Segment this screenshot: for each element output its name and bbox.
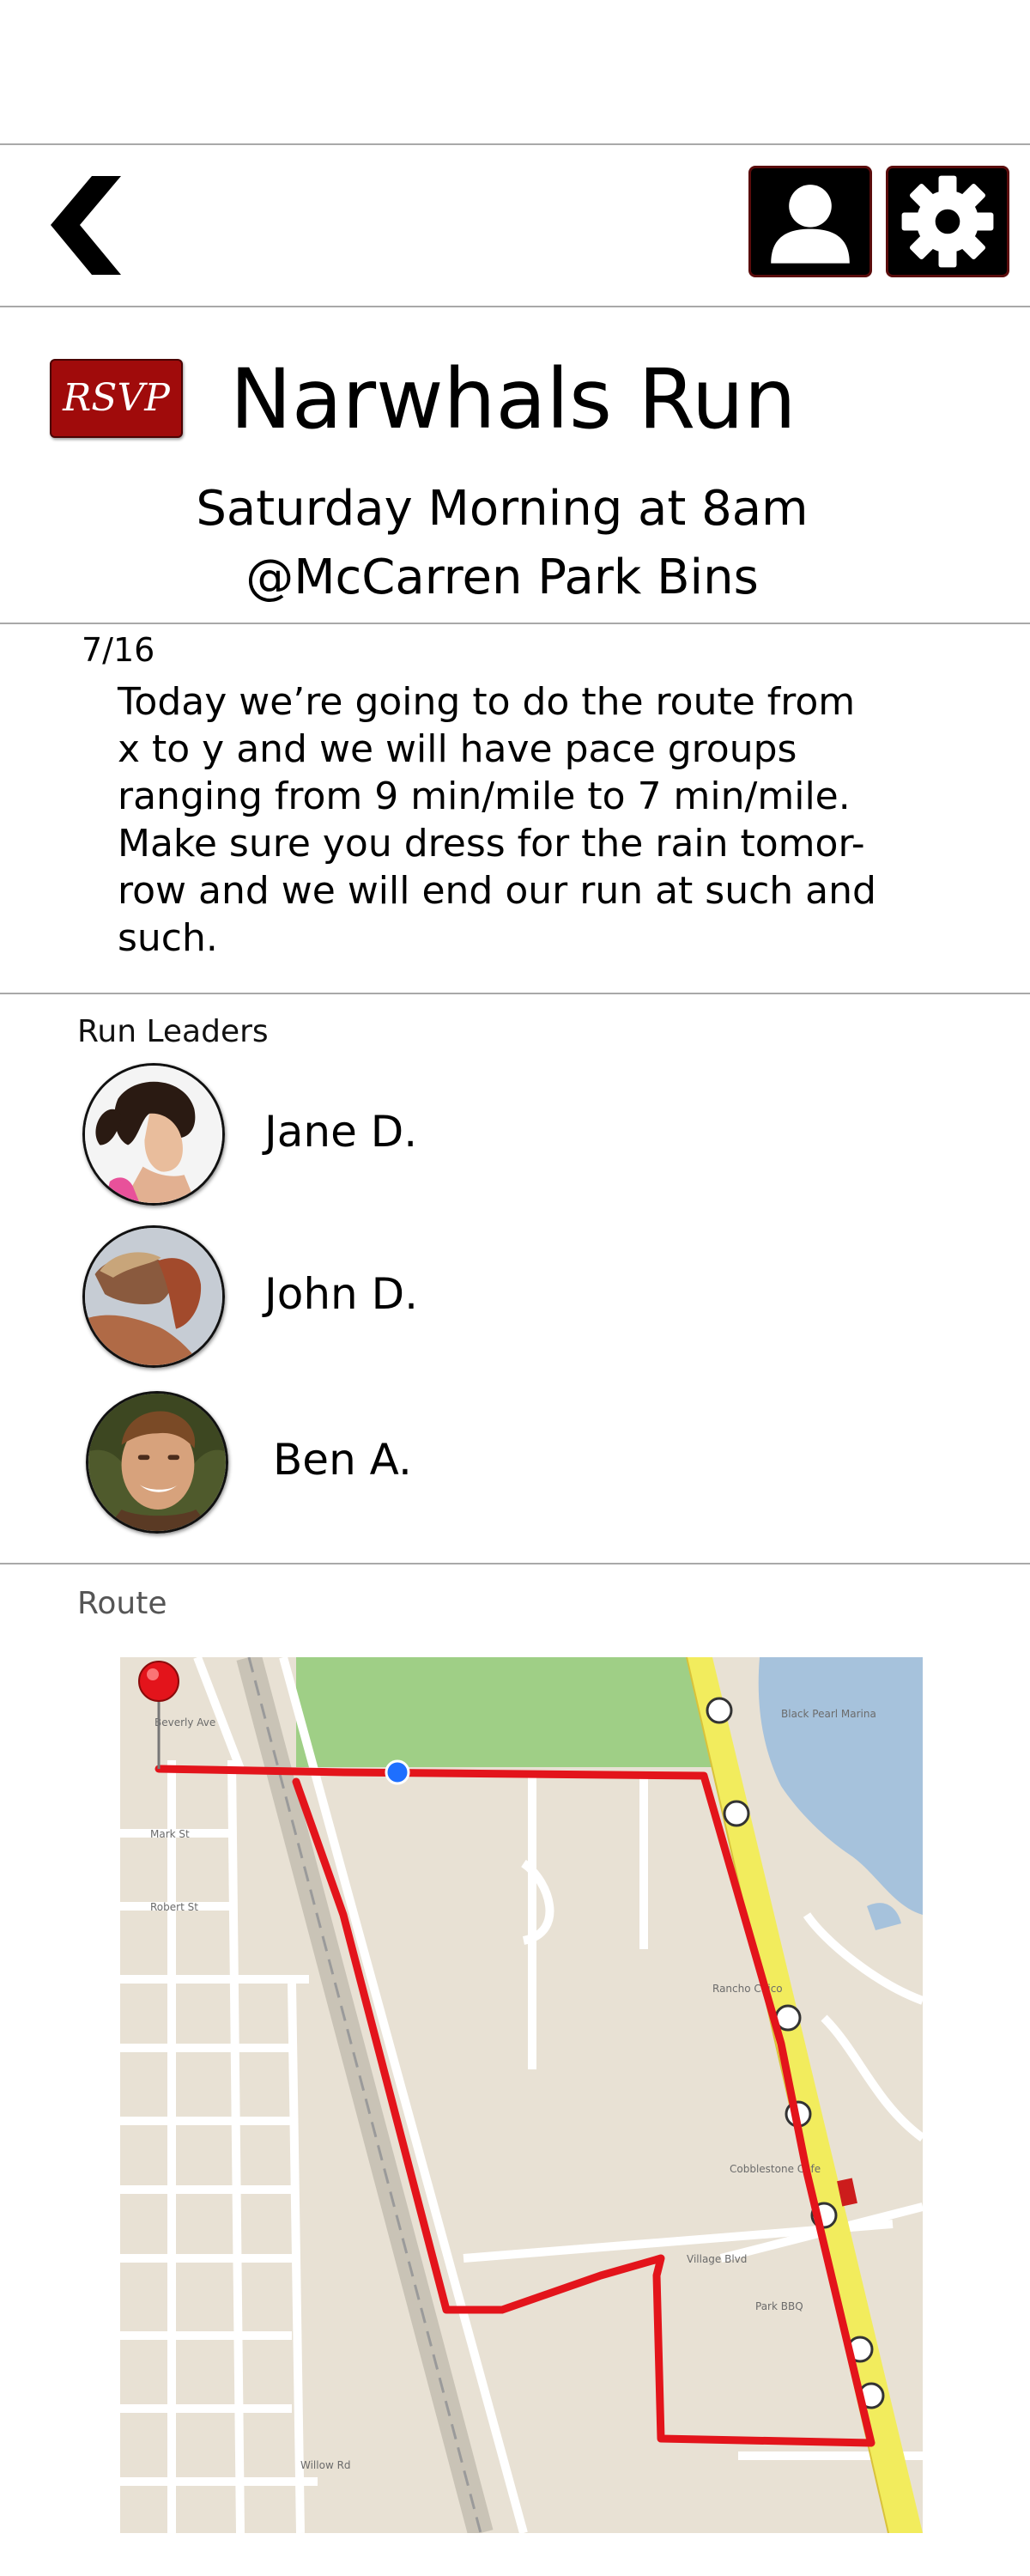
route-heading: Route	[77, 1586, 167, 1621]
header-divider	[0, 306, 1030, 307]
avatar	[82, 1225, 225, 1368]
leader-item-ben[interactable]: Ben A.	[82, 1391, 683, 1537]
post-date: 7/16	[82, 631, 155, 669]
map-street-label: Beverly Ave	[154, 1716, 215, 1728]
map-street-label: Black Pearl Marina	[781, 1708, 876, 1720]
avatar	[86, 1391, 228, 1534]
post-divider	[0, 993, 1030, 994]
map-street-label: Village Blvd	[687, 2253, 747, 2265]
post-line: Today we’re going to do the route from	[118, 680, 856, 724]
settings-button[interactable]	[886, 166, 1009, 277]
rsvp-button[interactable]: RSVP	[50, 359, 183, 438]
map-street-label: Willow Rd	[300, 2459, 351, 2471]
post-line: ranging from 9 min/mile to 7 min/mile.	[118, 775, 851, 818]
leader-item-john[interactable]: John D.	[82, 1225, 683, 1371]
post-line: x to y and we will have pace groups	[118, 727, 797, 771]
leader-name: John D.	[264, 1269, 419, 1319]
post-line: row and we will end our run at such and	[118, 869, 876, 913]
event-schedule: Saturday Morning at 8am	[196, 481, 809, 537]
profile-button[interactable]	[748, 166, 872, 277]
map-street-label: Rancho Chico	[712, 1983, 783, 1995]
leader-name: Ben A.	[273, 1435, 412, 1485]
leader-item-jane[interactable]: Jane D.	[82, 1063, 683, 1209]
post-body: Today we’re going to do the route from x…	[118, 678, 916, 962]
user-icon	[771, 185, 850, 264]
event-divider	[0, 623, 1030, 624]
map-street-label: Park BBQ	[755, 2300, 803, 2312]
event-title: Narwhals Run	[230, 351, 797, 447]
leader-name: Jane D.	[264, 1107, 418, 1157]
post-line: Make sure you dress for the rain tomor-	[118, 822, 865, 866]
post-line: such.	[118, 916, 218, 960]
event-location: @McCarren Park Bins	[245, 550, 759, 605]
avatar	[82, 1063, 225, 1206]
leaders-divider	[0, 1563, 1030, 1564]
run-leaders-heading: Run Leaders	[77, 1014, 269, 1049]
gear-icon	[901, 175, 994, 268]
chevron-left-icon	[51, 176, 121, 275]
map-street-label: Mark St	[150, 1828, 190, 1840]
top-divider	[0, 143, 1030, 145]
route-map[interactable]: Beverly Ave Mark St Robert St Black Pear…	[120, 1657, 923, 2533]
map-street-label: Robert St	[150, 1901, 198, 1913]
back-button[interactable]	[47, 176, 124, 275]
